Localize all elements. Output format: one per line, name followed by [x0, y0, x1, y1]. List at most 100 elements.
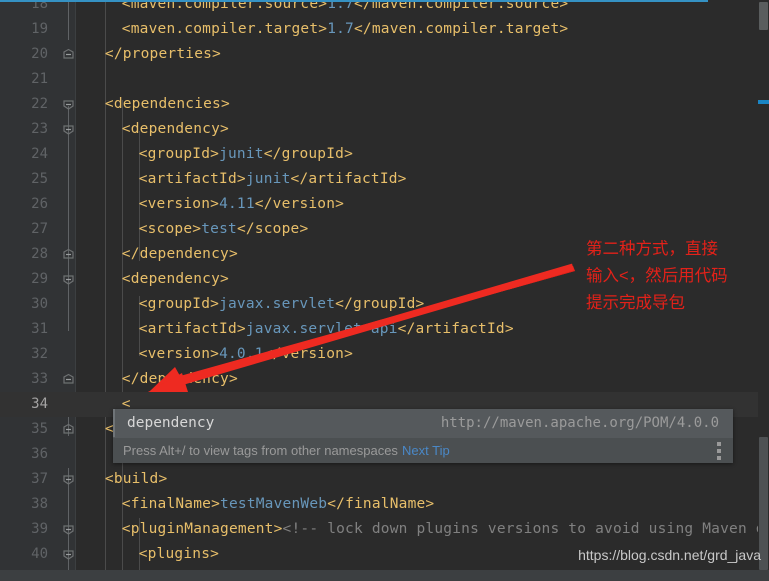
line-number: 30: [31, 296, 48, 312]
code-line-text: <version>4.0.1</version>: [139, 342, 353, 367]
fold-expand-icon[interactable]: [62, 123, 75, 136]
line-number: 23: [31, 121, 48, 137]
code-token-tag: </maven.compiler.target>: [353, 21, 569, 37]
code-line-text: <groupId>javax.servlet</groupId>: [139, 292, 425, 317]
line-number: 28: [31, 246, 48, 262]
line-number: 22: [31, 96, 48, 112]
code-token-num: 1.7: [327, 21, 354, 37]
more-vertical-icon[interactable]: [713, 442, 725, 460]
line-number: 39: [31, 521, 48, 537]
line-number: 18: [31, 0, 48, 12]
line-number: 27: [31, 221, 48, 237]
code-line-row[interactable]: 18 <maven.compiler.source>1.7</maven.comp…: [0, 0, 769, 17]
code-line-text: <dependency>: [122, 267, 229, 292]
code-token-cmt: <!-- lock down plugins versions to avoid…: [282, 521, 769, 537]
ide-editor-window: 18 <maven.compiler.source>1.7</maven.comp…: [0, 0, 769, 581]
autocomplete-item-dependency[interactable]: dependency http://maven.apache.org/POM/4…: [113, 409, 733, 437]
line-number: 21: [31, 71, 48, 87]
code-token-tag: <version>: [138, 196, 220, 212]
code-token-num: javax.servlet: [219, 296, 336, 312]
code-token-tag: <build>: [104, 471, 168, 487]
line-number: 32: [31, 346, 48, 362]
code-token-num: testMavenWeb: [220, 496, 328, 512]
code-line-text: <groupId>junit</groupId>: [139, 142, 353, 167]
code-token-tag: <groupId>: [138, 146, 220, 162]
fold-collapse-icon[interactable]: [62, 48, 75, 61]
code-line-row[interactable]: 38 <finalName>testMavenWeb</finalName>: [0, 492, 769, 517]
scrollbar-thumb-top[interactable]: [759, 2, 768, 30]
next-tip-link[interactable]: Next Tip: [402, 438, 450, 464]
code-line-text: <scope>test</scope>: [139, 217, 309, 242]
code-line-row[interactable]: 24 <groupId>junit</groupId>: [0, 142, 769, 167]
top-highlight-line: [0, 0, 708, 2]
code-line-text: <build>: [105, 467, 168, 492]
code-line-text: <dependencies>: [105, 92, 230, 117]
code-line-row[interactable]: 31 <artifactId>javax.servlet-api</artifac…: [0, 317, 769, 342]
autocomplete-popup[interactable]: dependency http://maven.apache.org/POM/4…: [113, 409, 733, 463]
fold-collapse-icon[interactable]: [62, 373, 75, 386]
fold-expand-icon[interactable]: [62, 523, 75, 536]
line-number: 25: [31, 171, 48, 187]
code-token-tag: <pluginManagement>: [121, 521, 283, 537]
code-line-row[interactable]: 21: [0, 67, 769, 92]
code-line-row[interactable]: 23 <dependency>: [0, 117, 769, 142]
code-token-tag: </groupId>: [335, 296, 425, 312]
code-line-text: <maven.compiler.source>1.7</maven.compil…: [122, 0, 569, 17]
line-number: 31: [31, 321, 48, 337]
code-line-row[interactable]: 33 </dependency>: [0, 367, 769, 392]
code-line-row[interactable]: 32 <version>4.0.1</version>: [0, 342, 769, 367]
line-number: 19: [31, 21, 48, 37]
line-number: 29: [31, 271, 48, 287]
bottom-status-strip: [0, 570, 769, 581]
fold-collapse-icon[interactable]: [62, 423, 75, 436]
code-token-tag: <dependency>: [121, 121, 229, 137]
code-token-tag: </groupId>: [263, 146, 354, 162]
code-token-tag: <dependency>: [121, 271, 229, 287]
code-line-row[interactable]: 20 </properties>: [0, 42, 769, 67]
code-token-tag: </dependency>: [121, 371, 238, 387]
line-number: 34: [31, 396, 48, 412]
code-line-text: <finalName>testMavenWeb</finalName>: [122, 492, 435, 517]
code-token-num: junit: [219, 146, 264, 162]
code-token-tag: <maven.compiler.target>: [121, 21, 328, 37]
code-token-tag: <scope>: [138, 221, 202, 237]
code-line-row[interactable]: 37 <build>: [0, 467, 769, 492]
code-line-row[interactable]: 39 <pluginManagement><!-- lock down plugi…: [0, 517, 769, 542]
code-token-num: 4.11: [219, 196, 255, 212]
fold-collapse-icon[interactable]: [62, 248, 75, 261]
code-line-text: </dependency>: [122, 367, 238, 392]
code-token-tag: </artifactId>: [290, 171, 407, 187]
line-number: 37: [31, 471, 48, 487]
code-token-tag: </artifactId>: [397, 321, 514, 337]
line-number: 33: [31, 371, 48, 387]
autocomplete-hint-text: Press Alt+/ to view tags from other name…: [123, 443, 398, 458]
code-token-tag: </dependency>: [121, 246, 238, 262]
code-token-tag: </properties>: [104, 46, 221, 62]
line-number: 35: [31, 421, 48, 437]
code-line-text: </dependency>: [122, 242, 238, 267]
code-token-tag: <version>: [138, 346, 220, 362]
code-line-row[interactable]: 25 <artifactId>junit</artifactId>: [0, 167, 769, 192]
fold-expand-icon[interactable]: [62, 473, 75, 486]
code-token-num: javax.servlet-api: [245, 321, 398, 337]
code-token-num: test: [201, 221, 237, 237]
code-line-text: <artifactId>javax.servlet-api</artifactI…: [139, 317, 514, 342]
line-number: 26: [31, 196, 48, 212]
scroll-marker-changed[interactable]: [758, 100, 769, 104]
fold-expand-icon[interactable]: [62, 98, 75, 111]
code-token-tag: </finalName>: [327, 496, 435, 512]
code-token-tag: </version>: [263, 346, 354, 362]
code-token-tag: <artifactId>: [138, 171, 246, 187]
code-token-tag: <artifactId>: [138, 321, 246, 337]
code-token-tag: <dependencies>: [104, 96, 230, 112]
code-token-tag: </scope>: [236, 221, 309, 237]
code-line-text: <artifactId>junit</artifactId>: [139, 167, 407, 192]
code-line-text: <version>4.11</version>: [139, 192, 344, 217]
fold-expand-icon[interactable]: [62, 273, 75, 286]
code-line-row[interactable]: 26 <version>4.11</version>: [0, 192, 769, 217]
code-line-row[interactable]: 19 <maven.compiler.target>1.7</maven.comp…: [0, 17, 769, 42]
line-number: 38: [31, 496, 48, 512]
code-line-text: <dependency>: [122, 117, 229, 142]
autocomplete-hint-bar: Press Alt+/ to view tags from other name…: [113, 437, 733, 463]
code-line-row[interactable]: 22 <dependencies>: [0, 92, 769, 117]
